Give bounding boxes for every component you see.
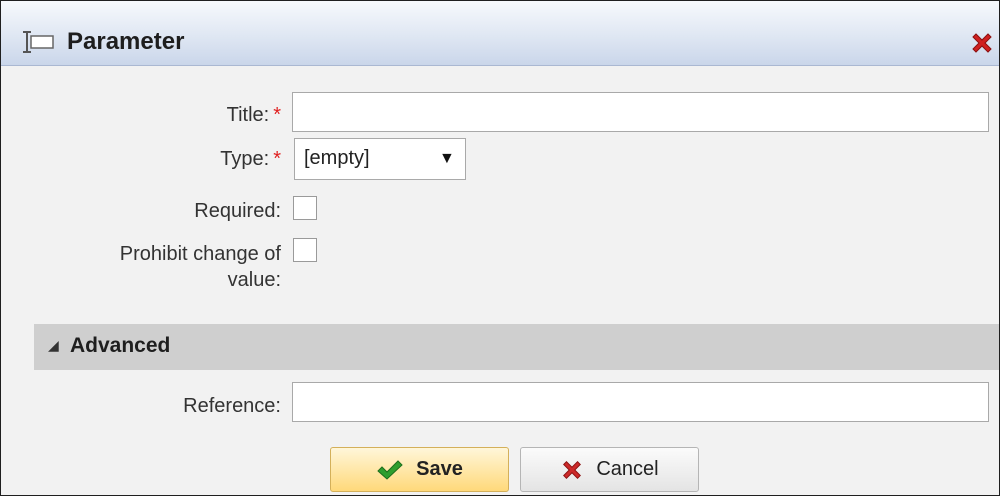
title-label: Title: *	[101, 102, 281, 128]
save-button-label: Save	[416, 458, 463, 480]
parameter-icon	[23, 31, 54, 53]
type-selected-value: [empty]	[304, 147, 370, 169]
dialog-titlebar[interactable]: Parameter	[1, 1, 999, 66]
collapse-triangle-icon: ◢	[48, 337, 59, 353]
type-label: Type: *	[101, 146, 281, 172]
prohibit-change-checkbox[interactable]	[293, 238, 317, 262]
required-checkbox[interactable]	[293, 196, 317, 220]
close-icon[interactable]	[969, 30, 995, 56]
cancel-x-icon	[563, 460, 582, 479]
advanced-section-header[interactable]: ◢ Advanced	[34, 324, 999, 370]
type-label-text: Type:	[220, 148, 270, 170]
required-label: Required:	[194, 200, 281, 222]
cancel-button[interactable]: Cancel	[520, 447, 699, 492]
prohibit-change-label-line2: value:	[227, 269, 281, 291]
title-required-mark: *	[273, 104, 281, 126]
prohibit-change-label-line1: Prohibit change of	[119, 243, 281, 265]
reference-label: Reference:	[183, 395, 281, 417]
advanced-section-label: Advanced	[70, 334, 171, 357]
title-input[interactable]	[292, 92, 989, 132]
type-required-mark: *	[273, 148, 281, 170]
prohibit-change-label: Prohibit change of value:	[31, 241, 281, 293]
type-select[interactable]: [empty] ▼	[294, 138, 466, 180]
checkmark-icon	[377, 459, 403, 480]
save-button[interactable]: Save	[330, 447, 509, 492]
chevron-down-icon: ▼	[439, 150, 455, 167]
parameter-dialog: Parameter Title: * Type: * [empty] ▼ Requi…	[0, 0, 1000, 496]
reference-input[interactable]	[292, 382, 989, 422]
title-label-text: Title:	[226, 104, 270, 126]
dialog-title: Parameter	[67, 28, 185, 55]
cancel-button-label: Cancel	[596, 458, 659, 480]
